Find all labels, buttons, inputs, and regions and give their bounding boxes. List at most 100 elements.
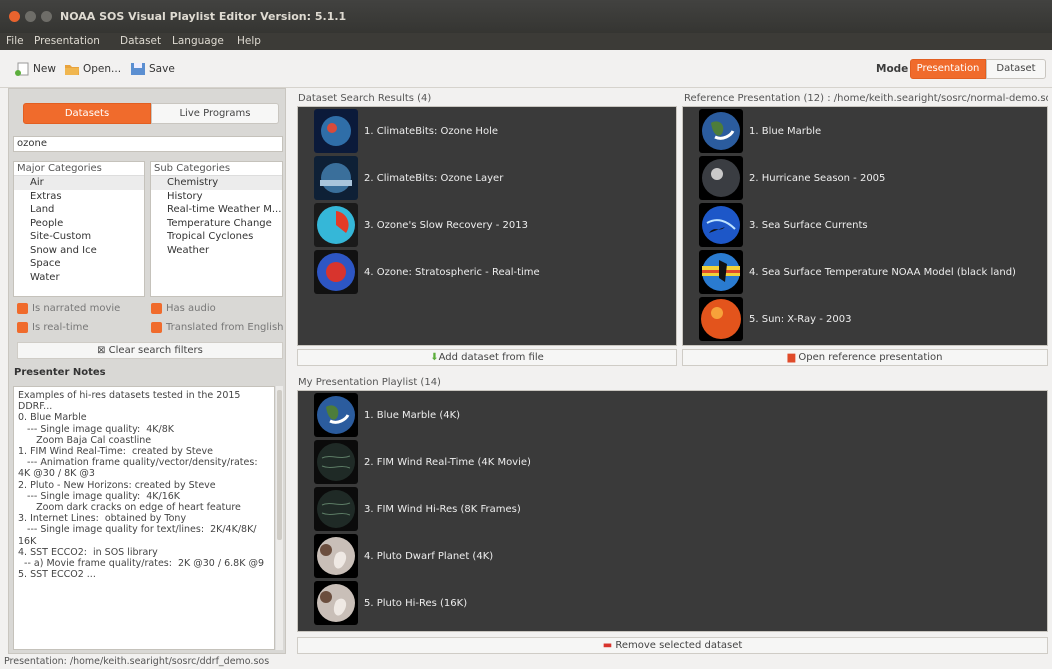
list-item[interactable]: Real-time Weather M... [151, 203, 282, 217]
list-item-label: 4. Sea Surface Temperature NOAA Model (b… [749, 266, 1016, 278]
title-bar: NOAA SOS Visual Playlist Editor Version:… [0, 0, 1052, 33]
list-item[interactable]: 1. Blue Marble [699, 109, 821, 153]
menu-dataset[interactable]: Dataset [120, 35, 161, 47]
sub-categories-list: Sub Categories Chemistry History Real-ti… [150, 161, 283, 297]
presenter-notes-title: Presenter Notes [14, 367, 106, 378]
add-dataset-from-file-button[interactable]: ⬇Add dataset from file [297, 349, 677, 366]
sun-xray-thumbnail [699, 297, 743, 341]
list-item[interactable]: 5. Pluto Hi-Res (16K) [314, 581, 467, 625]
ozone-recovery-thumbnail [314, 203, 358, 247]
tab-live-programs[interactable]: Live Programs [151, 103, 279, 124]
pluto-thumbnail [314, 581, 358, 625]
list-item[interactable]: Weather [151, 244, 282, 258]
translated-checkbox[interactable]: Translated from English [151, 322, 284, 333]
notes-line: Examples of hi-res datasets tested in th… [18, 390, 241, 401]
list-item[interactable]: 4. Ozone: Stratospheric - Real-time [314, 250, 540, 294]
list-item[interactable]: Site-Custom [14, 230, 144, 244]
blue-marble-thumbnail [314, 393, 358, 437]
list-item[interactable]: 5. Sun: X-Ray - 2003 [699, 297, 851, 341]
window-title: NOAA SOS Visual Playlist Editor Version:… [60, 10, 347, 23]
clear-search-filters-button[interactable]: ⊠ Clear search filters [17, 342, 283, 359]
ozone-hole-thumbnail [314, 109, 358, 153]
add-dataset-label: Add dataset from file [438, 352, 544, 363]
new-button-label: New [33, 63, 56, 75]
notes-line: Zoom Baja Cal coastline [18, 434, 152, 446]
list-item[interactable]: 1. Blue Marble (4K) [314, 393, 460, 437]
list-item[interactable]: Extras [14, 190, 144, 204]
list-item-label: 2. ClimateBits: Ozone Layer [364, 172, 504, 184]
notes-line: 2. Pluto - New Horizons: created by Stev… [18, 479, 216, 491]
has-audio-checkbox[interactable]: Has audio [151, 303, 216, 314]
list-item[interactable]: Space [14, 257, 144, 271]
checkbox-icon [151, 322, 162, 333]
mode-dataset-button[interactable]: Dataset [986, 59, 1046, 79]
notes-line: --- Animation frame quality/vector/densi… [18, 457, 258, 469]
pluto-thumbnail [314, 534, 358, 578]
menu-help[interactable]: Help [237, 35, 261, 47]
close-window-icon[interactable] [9, 11, 20, 22]
presenter-notes-text[interactable]: Examples of hi-res datasets tested in th… [13, 386, 275, 650]
open-folder-icon [65, 65, 79, 75]
list-item[interactable]: History [151, 190, 282, 204]
save-icon [131, 63, 145, 75]
mode-label: Mode [876, 63, 909, 75]
list-item-label: 4. Ozone: Stratospheric - Real-time [364, 266, 540, 278]
notes-line: -- a) Movie frame quality/rates: 2K @30 … [18, 558, 264, 570]
notes-scrollbar[interactable] [275, 386, 283, 650]
notes-line: 1. FIM Wind Real-Time: created by Steve [18, 446, 213, 458]
major-categories-header: Major Categories [14, 162, 144, 176]
notes-line: 4K @30 / 8K @3 [18, 468, 95, 480]
remove-dataset-label: Remove selected dataset [615, 640, 743, 651]
save-button-label: Save [149, 63, 175, 75]
list-item[interactable]: 2. FIM Wind Real-Time (4K Movie) [314, 440, 531, 484]
new-file-icon [15, 62, 29, 76]
remove-icon: ▬ [602, 640, 616, 651]
list-item[interactable]: 2. Hurricane Season - 2005 [699, 156, 885, 200]
mode-presentation-button[interactable]: Presentation [910, 59, 986, 79]
list-item[interactable]: Temperature Change [151, 217, 282, 231]
list-item[interactable]: Chemistry [151, 176, 282, 190]
list-item[interactable]: 3. Ozone's Slow Recovery - 2013 [314, 203, 528, 247]
list-item[interactable]: Land [14, 203, 144, 217]
tab-datasets[interactable]: Datasets [23, 103, 151, 124]
list-item[interactable]: Air [14, 176, 144, 190]
new-button[interactable]: New [14, 62, 56, 76]
list-item[interactable]: Tropical Cyclones [151, 230, 282, 244]
open-button-label: Open... [83, 63, 122, 75]
notes-scroll-thumb[interactable] [277, 390, 282, 540]
maximize-window-icon[interactable] [41, 11, 52, 22]
list-item[interactable]: 3. Sea Surface Currents [699, 203, 868, 247]
list-item[interactable]: 1. ClimateBits: Ozone Hole [314, 109, 498, 153]
playlist-panel: 1. Blue Marble (4K) 2. FIM Wind Real-Tim… [297, 390, 1048, 632]
list-item[interactable]: People [14, 217, 144, 231]
list-item[interactable]: 4. Pluto Dwarf Planet (4K) [314, 534, 493, 578]
list-item-label: 3. FIM Wind Hi-Res (8K Frames) [364, 503, 521, 515]
narrated-movie-label: Is narrated movie [32, 303, 121, 314]
ozone-layer-thumbnail [314, 156, 358, 200]
narrated-movie-checkbox[interactable]: Is narrated movie [17, 303, 120, 314]
list-item[interactable]: 2. ClimateBits: Ozone Layer [314, 156, 503, 200]
has-audio-label: Has audio [166, 303, 216, 314]
search-input[interactable]: ozone [13, 136, 283, 152]
notes-line: 0. Blue Marble [18, 412, 87, 424]
menu-file[interactable]: File [6, 35, 24, 47]
list-item[interactable]: Water [14, 271, 144, 285]
list-item[interactable]: 3. FIM Wind Hi-Res (8K Frames) [314, 487, 521, 531]
checkbox-icon [17, 303, 28, 314]
sea-currents-thumbnail [699, 203, 743, 247]
list-item[interactable]: 4. Sea Surface Temperature NOAA Model (b… [699, 250, 1016, 294]
open-reference-presentation-button[interactable]: ▆ Open reference presentation [682, 349, 1048, 366]
fim-wind-thumbnail [314, 440, 358, 484]
open-button[interactable]: Open... [64, 62, 121, 76]
save-button[interactable]: Save [130, 62, 175, 76]
menu-presentation[interactable]: Presentation [34, 35, 100, 47]
minimize-window-icon[interactable] [25, 11, 36, 22]
list-item-label: 1. Blue Marble [749, 125, 822, 137]
notes-line: --- Single image quality: 4K/16K [18, 490, 181, 502]
translated-label: Translated from English [166, 322, 284, 333]
notes-line: --- Single image quality for text/lines:… [18, 524, 257, 536]
menu-language[interactable]: Language [172, 35, 224, 47]
real-time-checkbox[interactable]: Is real-time [17, 322, 89, 333]
remove-selected-dataset-button[interactable]: ▬ Remove selected dataset [297, 637, 1048, 654]
list-item[interactable]: Snow and Ice [14, 244, 144, 258]
